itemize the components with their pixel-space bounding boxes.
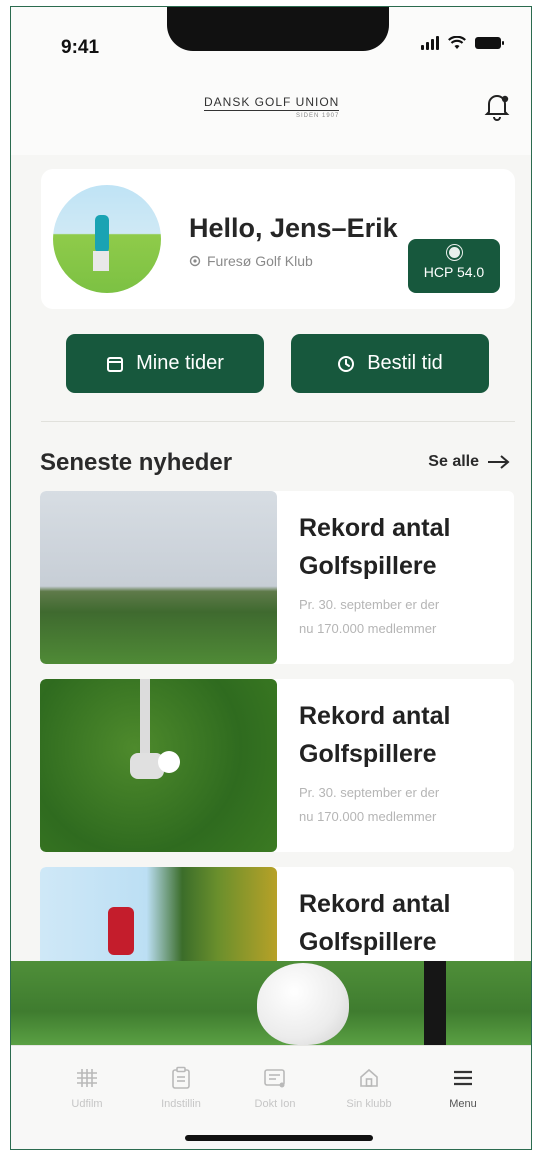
- see-all-label: Se alle: [428, 453, 479, 470]
- hcp-value: HCP 54.0: [423, 264, 485, 280]
- wifi-icon: [448, 36, 466, 49]
- dgu-logo: DANSK GOLF UNION SIDEN 1907: [204, 95, 340, 119]
- status-time: 9:41: [61, 37, 100, 58]
- bestil-tid-label: Bestil tid: [367, 352, 443, 374]
- clipboard-icon: [172, 1066, 190, 1089]
- menu-icon: [454, 1070, 472, 1086]
- mine-tider-button[interactable]: Mine tider: [66, 334, 264, 393]
- tab-label: Dokt Ion: [254, 1098, 296, 1110]
- news-excerpt: Pr. 30. september er der nu 170.000 medl…: [299, 597, 440, 636]
- see-all-link[interactable]: Se alle: [428, 453, 511, 471]
- signal-icon: [421, 36, 439, 50]
- news-image-golfer-swing: [40, 491, 277, 664]
- news-headline: Rekord antal Golfspillere: [299, 514, 451, 580]
- profile-card: Hello, Jens–Erik Furesø Golf Klub HCP 54…: [41, 169, 515, 309]
- avatar[interactable]: [53, 185, 161, 293]
- logo-subtext: SIDEN 1907: [296, 113, 340, 119]
- club-name: Furesø Golf Klub: [207, 253, 313, 269]
- tab-udfilm[interactable]: Udfilm: [47, 1064, 127, 1110]
- news-section-title: Seneste nyheder: [40, 449, 233, 476]
- logo-text: DANSK GOLF UNION: [204, 95, 340, 111]
- home-indicator[interactable]: [185, 1135, 373, 1141]
- mine-tider-label: Mine tider: [136, 352, 224, 374]
- bell-icon[interactable]: [483, 91, 511, 121]
- tab-label: Sin klubb: [346, 1098, 392, 1110]
- battery-icon: [475, 37, 504, 49]
- tab-indstillin[interactable]: Indstillin: [141, 1064, 221, 1110]
- golf-ball-icon: [446, 245, 462, 260]
- card-icon: [264, 1069, 285, 1088]
- arrow-right-icon: [488, 455, 510, 469]
- clock-icon: [338, 355, 355, 372]
- hcp-badge[interactable]: HCP 54.0: [408, 239, 500, 293]
- app-header: DANSK GOLF UNION SIDEN 1907: [11, 67, 531, 155]
- news-headline: Rekord antal Golfspillere: [299, 890, 451, 956]
- tab-dokt-ion[interactable]: Dokt Ion: [235, 1064, 315, 1110]
- home-icon: [360, 1068, 378, 1087]
- tab-label: Menu: [449, 1098, 477, 1110]
- flag-pole-image: [424, 961, 446, 1045]
- tab-sin-klubb[interactable]: Sin klubb: [329, 1064, 409, 1110]
- club-label: Furesø Golf Klub: [189, 253, 313, 269]
- news-excerpt: Pr. 30. september er der nu 170.000 medl…: [299, 785, 440, 824]
- tab-menu[interactable]: Menu: [423, 1064, 503, 1110]
- tab-label: Udfilm: [71, 1098, 103, 1110]
- news-card-2[interactable]: Rekord antal Golfspillere Pr. 30. septem…: [40, 679, 514, 852]
- calendar-icon: [107, 356, 124, 372]
- divider: [41, 421, 515, 422]
- notch: [167, 7, 389, 51]
- grid-icon: [77, 1069, 97, 1087]
- location-icon: [189, 255, 201, 267]
- tab-label: Indstillin: [161, 1098, 201, 1110]
- phone-frame: 9:41 DANSK GOLF UNION SIDEN 1907 Hello, …: [10, 6, 532, 1150]
- bestil-tid-button[interactable]: Bestil tid: [291, 334, 489, 393]
- golf-ball-image: [257, 963, 349, 1045]
- news-card-1[interactable]: Rekord antal Golfspillere Pr. 30. septem…: [40, 491, 514, 664]
- status-bar: 9:41: [11, 7, 531, 67]
- news-image-club-ball: [40, 679, 277, 852]
- greeting: Hello, Jens–Erik: [189, 213, 398, 243]
- status-icons: [421, 36, 504, 50]
- news-headline: Rekord antal Golfspillere: [299, 702, 451, 768]
